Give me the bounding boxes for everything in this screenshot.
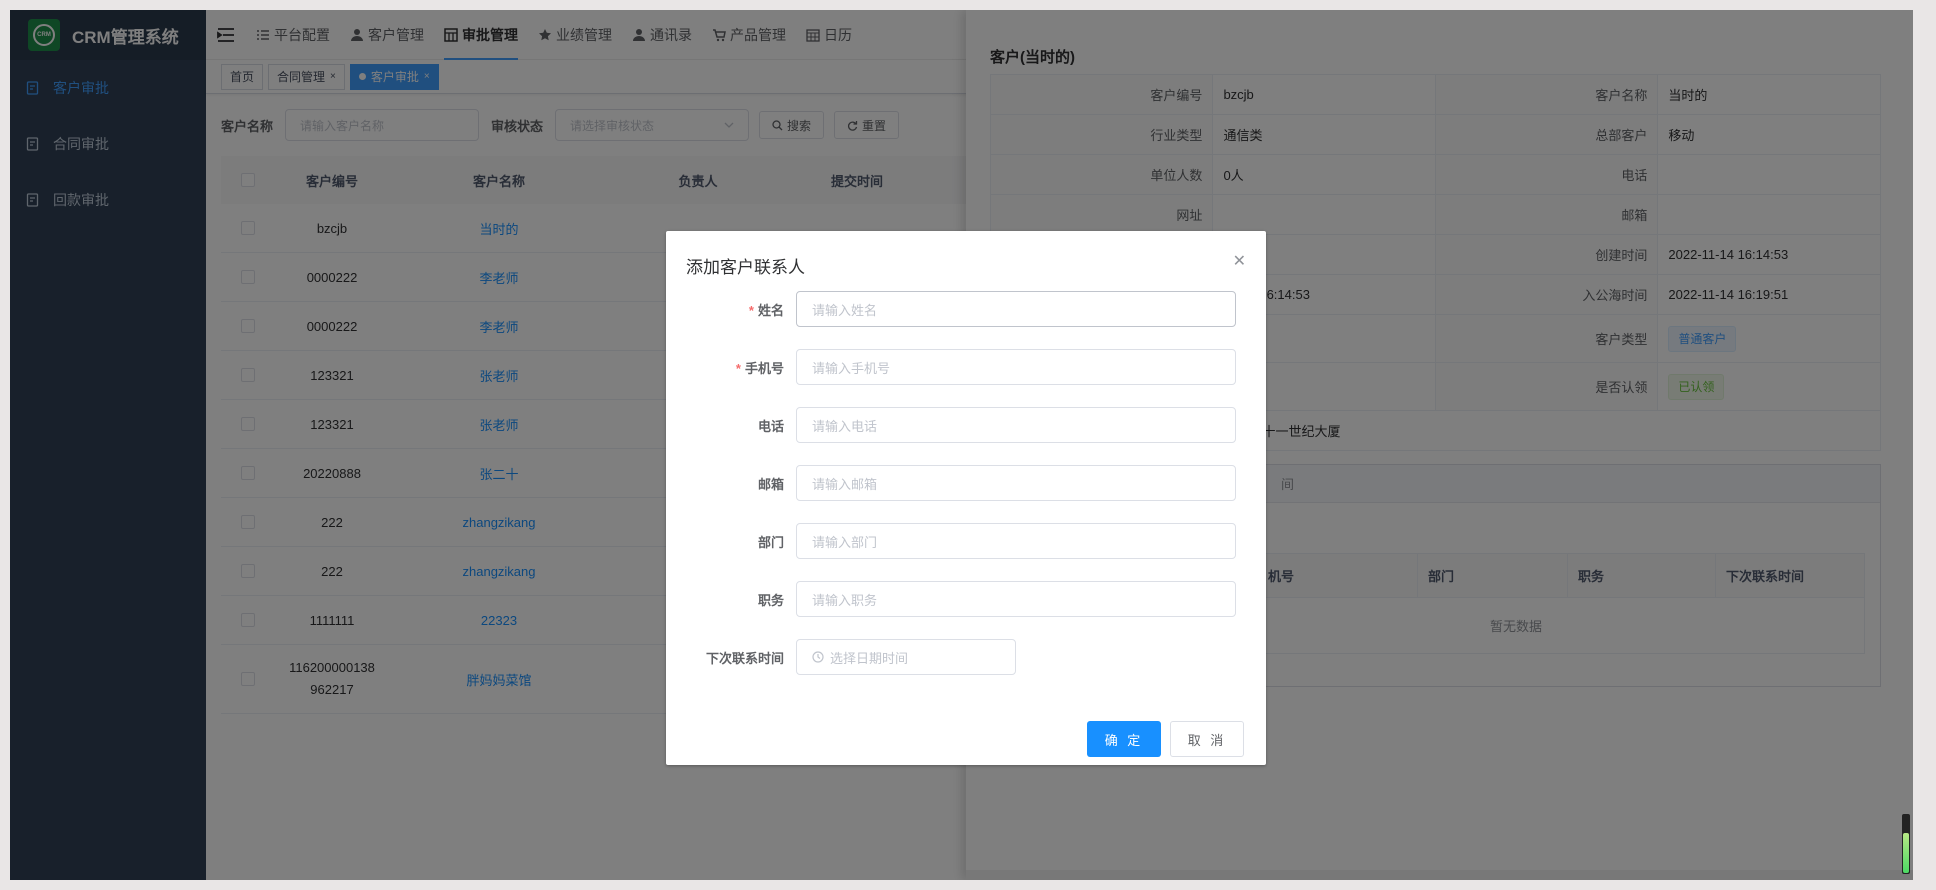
field-label: 下次联系时间 [705, 650, 784, 666]
field-label: 部门 [757, 534, 784, 550]
placeholder: 请输入手机号 [812, 360, 891, 376]
field-label: 职务 [757, 592, 784, 608]
placeholder: 请输入姓名 [812, 302, 878, 318]
field-label: 邮箱 [757, 476, 784, 492]
department-input[interactable]: 请输入部门 [796, 523, 1236, 559]
cancel-button[interactable]: 取 消 [1170, 721, 1244, 757]
volume-indicator [1902, 814, 1910, 874]
clock-icon [812, 651, 824, 663]
close-icon[interactable]: ✕ [1233, 251, 1246, 271]
position-input[interactable]: 请输入职务 [796, 581, 1236, 617]
form-row-department: 部门 请输入部门 [666, 523, 1266, 559]
mobile-input[interactable]: 请输入手机号 [796, 349, 1236, 385]
confirm-button[interactable]: 确 定 [1087, 721, 1161, 757]
app-window: CRM CRM管理系统 客户审批 合同审批 回款审批 平台配置 [10, 10, 1913, 880]
placeholder: 请输入邮箱 [812, 476, 878, 492]
placeholder: 请输入部门 [812, 534, 878, 550]
dialog-title: 添加客户联系人 [686, 258, 805, 277]
placeholder: 选择日期时间 [830, 650, 909, 666]
name-input[interactable]: 请输入姓名 [796, 291, 1236, 327]
placeholder: 请输入电话 [812, 418, 878, 434]
form-row-position: 职务 请输入职务 [666, 581, 1266, 617]
phone-input[interactable]: 请输入电话 [796, 407, 1236, 443]
field-label: * 手机号 [735, 360, 784, 376]
placeholder: 请输入职务 [812, 592, 878, 608]
email-input[interactable]: 请输入邮箱 [796, 465, 1236, 501]
form-row-name: * 姓名 请输入姓名 [666, 291, 1266, 327]
add-contact-dialog: 添加客户联系人 ✕ * 姓名 请输入姓名 * 手机号 请输入手机号 电话 请输入电话… [666, 231, 1266, 765]
field-label: * 姓名 [748, 302, 784, 318]
form-row-email: 邮箱 请输入邮箱 [666, 465, 1266, 501]
next-contact-datetime-picker[interactable]: 选择日期时间 [796, 639, 1016, 675]
form-row-next-contact: 下次联系时间 选择日期时间 [666, 639, 1266, 675]
form-row-mobile: * 手机号 请输入手机号 [666, 349, 1266, 385]
form-row-phone: 电话 请输入电话 [666, 407, 1266, 443]
field-label: 电话 [757, 418, 784, 434]
